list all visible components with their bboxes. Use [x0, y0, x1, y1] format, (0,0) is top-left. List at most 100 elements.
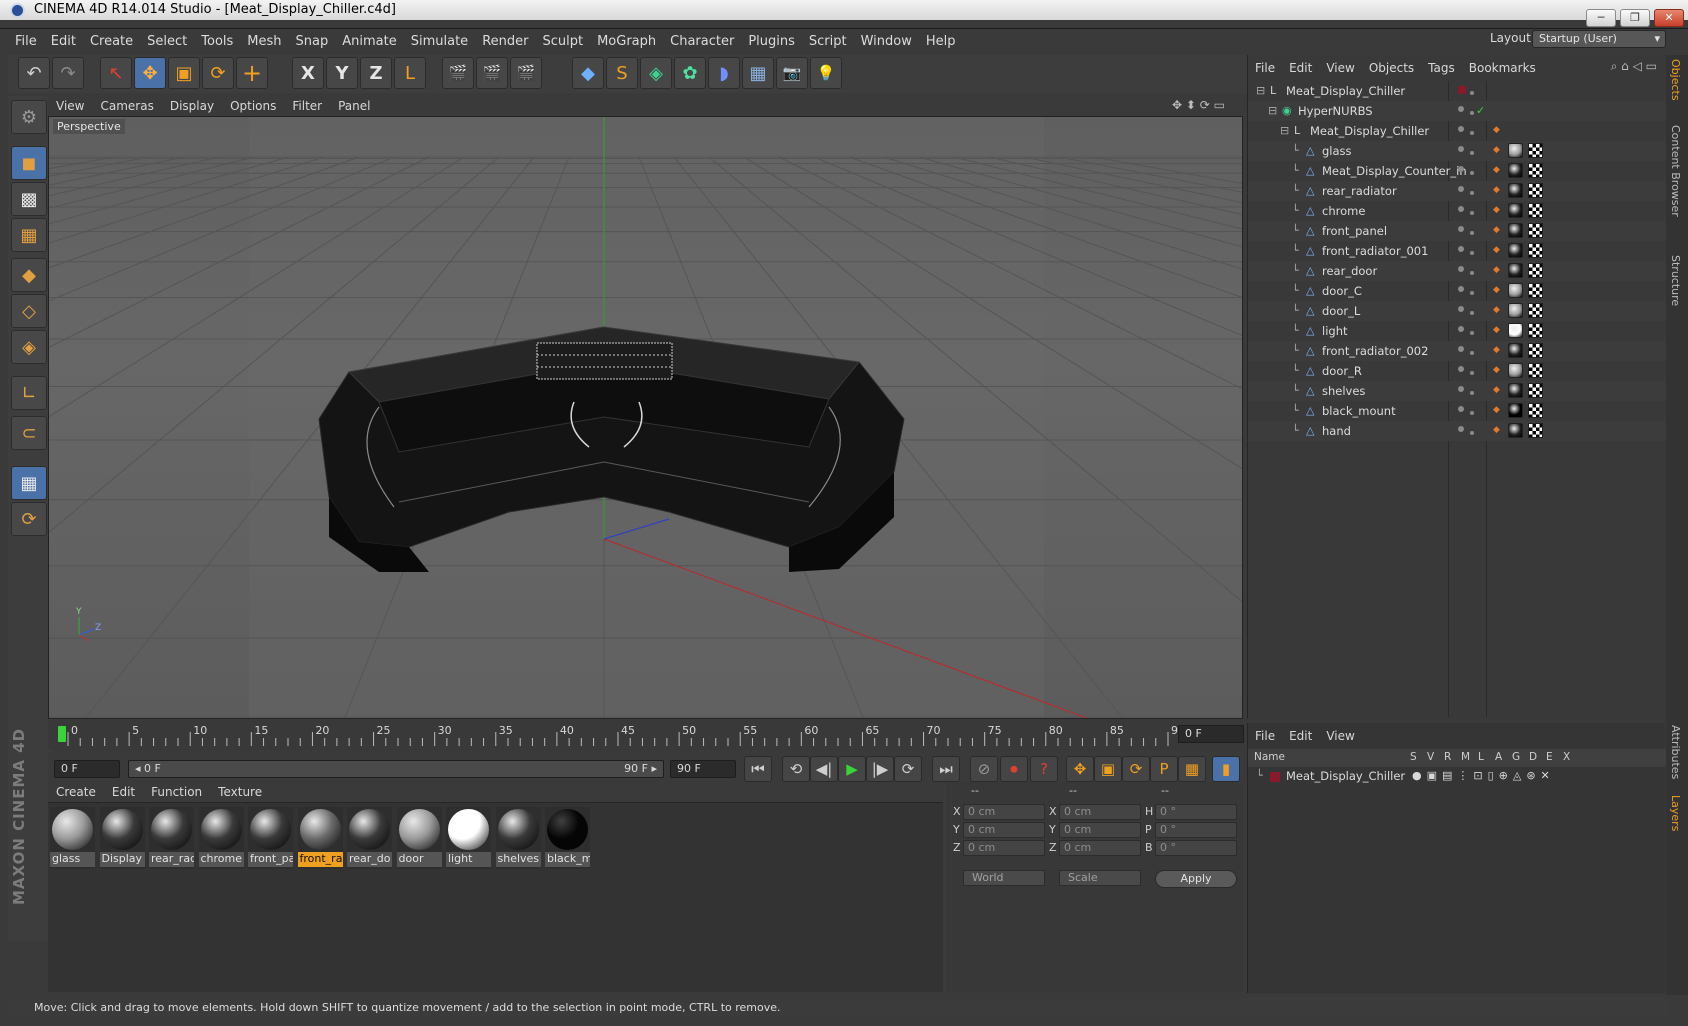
editor-visibility-dot[interactable]: [1458, 386, 1464, 392]
menu-character[interactable]: Character: [663, 34, 741, 49]
material-tag-icon[interactable]: [1508, 203, 1523, 218]
material-tag-icon[interactable]: [1508, 303, 1523, 318]
layer-row[interactable]: └ Meat_Display_Chiller ●▣▤⋮⊡▯⊕◬⊛✕: [1248, 767, 1666, 787]
material-light[interactable]: light: [446, 807, 491, 869]
cube-icon[interactable]: ◆: [572, 57, 604, 89]
undo-icon[interactable]: ↶: [18, 57, 50, 89]
object-row[interactable]: └ △ door_C ◆: [1248, 281, 1666, 301]
object-row[interactable]: └ △ rear_radiator ◆: [1248, 181, 1666, 201]
material-tag-icon[interactable]: [1508, 363, 1523, 378]
menu-snap[interactable]: Snap: [289, 34, 336, 49]
editor-visibility-dot[interactable]: [1458, 346, 1464, 352]
texture-tag-icon[interactable]: [1528, 263, 1543, 278]
rotation-field[interactable]: 0 °: [1155, 822, 1237, 838]
layer-column-s[interactable]: S: [1410, 751, 1417, 763]
render-picture-viewer-icon[interactable]: 🎬: [476, 57, 508, 89]
material-tag-icon[interactable]: [1508, 283, 1523, 298]
material-tag-icon[interactable]: [1508, 183, 1523, 198]
render-visibility-dot[interactable]: [1470, 291, 1474, 295]
close-button[interactable]: ✕: [1654, 9, 1684, 27]
object-row[interactable]: ⊟ ◉ HyperNURBS ✓: [1248, 101, 1666, 121]
viewport-menu-display[interactable]: Display: [162, 99, 222, 113]
material-tag-icon[interactable]: [1508, 383, 1523, 398]
phong-tag-icon[interactable]: ◆: [1493, 405, 1503, 415]
size-field[interactable]: 0 cm: [1059, 822, 1141, 838]
texture-tag-icon[interactable]: [1528, 423, 1543, 438]
tree-branch-icon[interactable]: └: [1292, 224, 1299, 237]
object-name[interactable]: front_radiator_002: [1322, 344, 1428, 358]
object-name[interactable]: HyperNURBS: [1298, 104, 1373, 118]
phong-tag-icon[interactable]: ◆: [1493, 325, 1503, 335]
render-visibility-dot[interactable]: [1470, 171, 1474, 175]
phong-tag-icon[interactable]: ◆: [1493, 265, 1503, 275]
object-row[interactable]: └ △ chrome ◆: [1248, 201, 1666, 221]
minimize-button[interactable]: ─: [1586, 9, 1616, 27]
go-to-end-icon[interactable]: ⏭: [932, 756, 960, 782]
menu-file[interactable]: File: [8, 34, 44, 49]
viewport-nav-icons[interactable]: ✥ ⬍ ⟳ ▭: [1172, 98, 1225, 112]
key-param-icon[interactable]: P: [1150, 756, 1178, 782]
object-row[interactable]: └ △ black_mount ◆: [1248, 401, 1666, 421]
object-menu-edit[interactable]: Edit: [1282, 61, 1319, 75]
nurbs-icon[interactable]: ◈: [640, 57, 672, 89]
tab-content-browser[interactable]: Content Browser: [1669, 125, 1682, 217]
render-settings-icon[interactable]: 🎬: [510, 57, 542, 89]
menu-render[interactable]: Render: [475, 34, 535, 49]
material-tag-icon[interactable]: [1508, 403, 1523, 418]
editor-visibility-dot[interactable]: [1458, 226, 1464, 232]
model-mode-icon[interactable]: ◼: [11, 146, 47, 180]
editor-visibility-dot[interactable]: [1458, 426, 1464, 432]
camera-icon[interactable]: 📷: [776, 57, 808, 89]
editor-visibility-dot[interactable]: [1458, 286, 1464, 292]
object-row[interactable]: └ △ hand ◆: [1248, 421, 1666, 441]
object-name[interactable]: chrome: [1322, 204, 1365, 218]
position-field[interactable]: 0 cm: [963, 804, 1045, 820]
add-object-icon[interactable]: +: [236, 57, 268, 89]
layer-column-g[interactable]: G: [1512, 751, 1520, 763]
rotation-field[interactable]: 0 °: [1155, 804, 1237, 820]
layer-menu-file[interactable]: File: [1248, 729, 1282, 743]
object-name[interactable]: Meat_Display_Chiller: [1310, 124, 1429, 138]
layout-dropdown[interactable]: Startup (User) ▾: [1532, 30, 1666, 48]
phong-tag-icon[interactable]: ◆: [1493, 125, 1503, 135]
editor-visibility-dot[interactable]: [1458, 86, 1466, 94]
object-row[interactable]: ⊟ L Meat_Display_Chiller: [1248, 81, 1666, 101]
texture-tag-icon[interactable]: [1528, 303, 1543, 318]
workplane-mode-icon[interactable]: ▦: [11, 218, 47, 252]
render-visibility-dot[interactable]: [1470, 371, 1474, 375]
editor-visibility-dot[interactable]: [1458, 126, 1464, 132]
tree-branch-icon[interactable]: └: [1292, 284, 1299, 297]
phong-tag-icon[interactable]: ◆: [1493, 305, 1503, 315]
menu-help[interactable]: Help: [919, 34, 963, 49]
material-chrome[interactable]: chrome: [198, 807, 244, 869]
object-name[interactable]: door_C: [1322, 284, 1362, 298]
material-rear-rad[interactable]: rear_rad: [149, 807, 194, 869]
object-row[interactable]: └ △ rear_door ◆: [1248, 261, 1666, 281]
menu-simulate[interactable]: Simulate: [404, 34, 475, 49]
material-tag-icon[interactable]: [1508, 163, 1523, 178]
object-row[interactable]: └ △ shelves ◆: [1248, 381, 1666, 401]
texture-tag-icon[interactable]: [1528, 163, 1543, 178]
size-field[interactable]: 0 cm: [1059, 804, 1141, 820]
render-visibility-dot[interactable]: [1470, 131, 1474, 135]
play-icon[interactable]: ▶: [838, 756, 866, 782]
viewport-menu-view[interactable]: View: [48, 99, 92, 113]
viewport-menu-cameras[interactable]: Cameras: [92, 99, 161, 113]
editor-visibility-dot[interactable]: [1458, 326, 1464, 332]
render-visibility-dot[interactable]: [1470, 231, 1474, 235]
texture-tag-icon[interactable]: [1528, 383, 1543, 398]
render-visibility-dot[interactable]: [1470, 91, 1474, 95]
tree-branch-icon[interactable]: └: [1292, 324, 1299, 337]
object-row[interactable]: └ △ Meat_Display_Counter_in ◆: [1248, 161, 1666, 181]
material-tag-icon[interactable]: [1508, 243, 1523, 258]
object-menu-file[interactable]: File: [1248, 61, 1282, 75]
render-visibility-dot[interactable]: [1470, 431, 1474, 435]
menu-window[interactable]: Window: [854, 34, 919, 49]
material-front-ra[interactable]: front_ra: [297, 807, 343, 869]
material-door[interactable]: door: [396, 807, 442, 869]
enabled-check-icon[interactable]: ✓: [1476, 104, 1485, 117]
object-name[interactable]: Meat_Display_Chiller: [1286, 84, 1405, 98]
object-name[interactable]: Meat_Display_Counter_in: [1322, 164, 1467, 178]
layer-column-r[interactable]: R: [1444, 751, 1451, 763]
material-menu-function[interactable]: Function: [143, 785, 210, 799]
